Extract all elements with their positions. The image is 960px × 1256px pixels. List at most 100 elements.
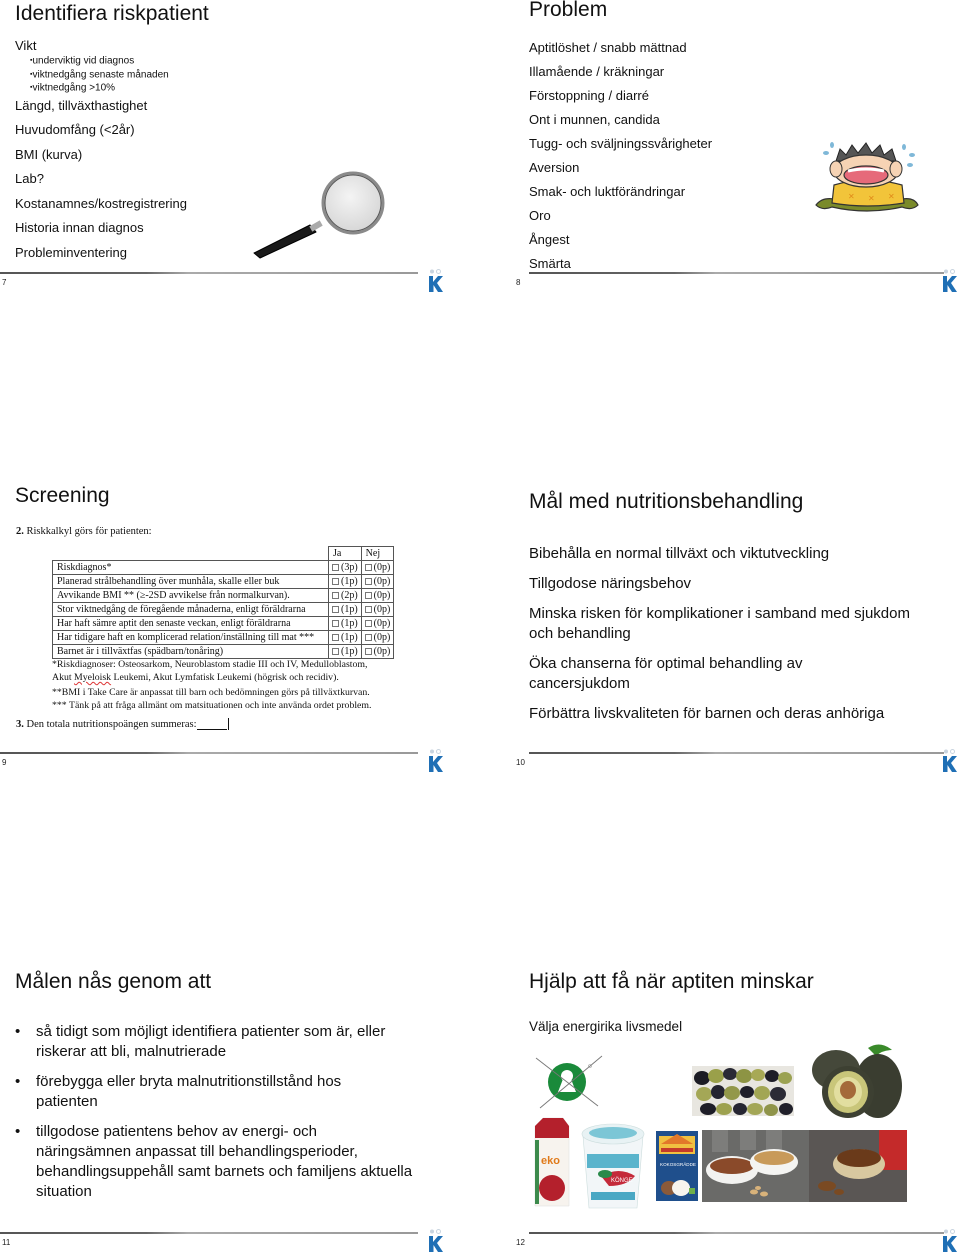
footnote: *** Tänk på att fråga allmänt om matsitu… <box>52 700 372 711</box>
page-number: 10 <box>516 758 525 767</box>
list-item: Ont i munnen, candida <box>529 112 660 127</box>
yes-cell[interactable]: (2p) <box>328 588 362 603</box>
checkbox[interactable] <box>332 578 339 585</box>
olives-image <box>692 1066 794 1116</box>
no-cell[interactable]: (0p) <box>360 644 395 659</box>
yes-cell[interactable]: (1p) <box>328 574 362 589</box>
list-item: Historia innan diagnos <box>15 220 144 235</box>
yes-cell[interactable]: (3p) <box>328 560 362 575</box>
slide-10: Mål med nutritionsbehandling Bibehålla e… <box>512 480 960 780</box>
list-item: Smärta <box>529 256 571 271</box>
slide-7: Identifiera riskpatient Vikt ▪undervikti… <box>0 0 460 300</box>
checkbox[interactable] <box>332 620 339 627</box>
slide-9: Screening 2. Riskkalkyl görs för patient… <box>0 480 460 780</box>
list-item: Ångest <box>529 232 570 247</box>
checkbox[interactable] <box>364 606 372 613</box>
no-cell[interactable]: (0p) <box>360 560 395 575</box>
k-logo-icon <box>429 269 443 292</box>
total-score-line: 3. Den totala nutritionspoängen summeras… <box>16 718 230 730</box>
no-cell[interactable]: (0p) <box>360 630 395 645</box>
slide-title: Hjälp att få när aptiten minskar <box>529 970 814 993</box>
checkbox[interactable] <box>332 634 339 641</box>
table-row: Planerad strålbehandling över munhåla, s… <box>52 574 395 589</box>
total-score-field[interactable] <box>196 720 227 730</box>
slide-12: Hjälp att få när aptiten minskar Välja e… <box>512 960 960 1256</box>
checkbox[interactable] <box>332 564 339 571</box>
bullet-icon: • <box>15 1023 21 1040</box>
yes-cell[interactable]: (1p) <box>328 630 362 645</box>
no-cell[interactable]: (0p) <box>360 616 395 631</box>
yes-cell[interactable]: (1p) <box>328 616 362 631</box>
slide-11: Målen nås genom att • så tidigt som möjli… <box>0 960 460 1256</box>
approach-list: • så tidigt som möjligt identifiera patie… <box>15 1022 415 1212</box>
footnotes: *Riskdiagnoser: Osteosarkom, Neuroblasto… <box>52 658 371 712</box>
column-header-yes: Ja <box>328 546 362 561</box>
k-logo-icon <box>429 749 443 772</box>
list-item: Huvudomfång (<2år) <box>15 122 135 137</box>
checkbox[interactable] <box>332 592 339 599</box>
row-label: Avvikande BMI ** (≥-2SD avvikelse från n… <box>52 588 329 603</box>
weight-sub-list: ▪underviktig vid diagnos ▪viktnedgång se… <box>15 54 187 95</box>
milk-carton-image: eko <box>534 1117 570 1207</box>
yes-cell[interactable]: (1p) <box>328 644 362 659</box>
coconut-cream-can-image: KOKOSGRÄDDE <box>656 1131 698 1201</box>
list-item: Förbättra livskvaliteten för barnen och … <box>529 705 885 722</box>
no-cell[interactable]: (0p) <box>360 574 395 589</box>
page-number: 7 <box>2 278 7 287</box>
crying-child-icon: ✕ ✕ ✕ <box>815 142 919 212</box>
slide-subtitle: Välja energirika livsmedel <box>529 1019 683 1034</box>
list-item: Tugg- och sväljningssvårigheter <box>529 136 713 151</box>
footnote: Akut Myeloisk Leukemi, Akut Lymfatisk Le… <box>52 672 339 683</box>
k-logo-icon <box>943 1229 957 1252</box>
list-item: BMI (kurva) <box>15 146 83 162</box>
slide-title: Målen nås genom att <box>15 970 212 993</box>
table-row: Har haft sämre aptit den senaste veckan,… <box>52 616 395 631</box>
checkbox[interactable] <box>364 648 372 655</box>
checkbox[interactable] <box>332 606 339 613</box>
coconut-label: KOKOSGRÄDDE <box>660 1161 696 1167</box>
row-label: Riskdiagnos* <box>52 560 329 575</box>
risk-indicator-list: Vikt ▪underviktig vid diagnos ▪viktnedgå… <box>15 38 187 268</box>
footer-divider <box>529 752 944 754</box>
checkbox[interactable] <box>332 648 339 655</box>
checkbox[interactable] <box>364 620 372 627</box>
slide-title: Screening <box>15 484 110 507</box>
slide-title: Mål med nutritionsbehandling <box>529 490 804 513</box>
svg-text:✕: ✕ <box>868 194 875 203</box>
checkbox[interactable] <box>364 634 372 641</box>
checkbox[interactable] <box>364 592 372 599</box>
list-item: Minska risken för komplikationer i samba… <box>529 605 910 642</box>
kvarg-tub-image: KÖNGE <box>581 1123 645 1209</box>
list-item: Längd, tillväxthastighet <box>15 97 148 113</box>
sub-list-item: ▪viktnedgång senaste månaden <box>30 68 169 80</box>
no-cell[interactable]: (0p) <box>360 602 395 617</box>
footer-divider <box>0 752 418 754</box>
sub-list-item: ▪viktnedgång >10% <box>30 82 116 94</box>
no-cell[interactable]: (0p) <box>360 588 395 603</box>
slide-title: Identifiera riskpatient <box>15 2 209 25</box>
table-row: Riskdiagnos* (3p) (0p) <box>52 560 395 575</box>
list-item: Illamående / kräkningar <box>529 64 665 79</box>
magnifying-glass-icon <box>253 171 385 259</box>
yes-cell[interactable]: (1p) <box>328 602 362 617</box>
row-label: Stor viktnedgång de föregående månaderna… <box>52 602 329 617</box>
bullet-icon: • <box>15 1073 21 1090</box>
kvarg-label: KÖNGE <box>611 1177 633 1184</box>
list-item: Probleminventering <box>15 244 128 260</box>
list-item: Tillgodose näringsbehov <box>529 575 692 592</box>
k-logo-icon <box>943 269 957 292</box>
row-label: Har tidigare haft en komplicerad relatio… <box>52 630 329 645</box>
svg-text:✕: ✕ <box>848 192 855 201</box>
footer-divider <box>0 1232 418 1234</box>
table-row: Har tidigare haft en komplicerad relatio… <box>52 630 395 645</box>
list-item: Förstoppning / diarré <box>529 88 649 103</box>
checkbox[interactable] <box>364 578 372 585</box>
checkbox[interactable] <box>364 564 372 571</box>
list-item: Aversion <box>529 160 580 175</box>
k-logo-icon <box>429 1229 443 1252</box>
k-logo-icon <box>943 749 957 772</box>
list-item: Vikt <box>15 38 37 53</box>
list-item: • tillgodose patientens behov av energi- … <box>15 1123 413 1200</box>
sub-list-item: ▪underviktig vid diagnos <box>30 55 135 67</box>
footnote: *Riskdiagnoser: Osteosarkom, Neuroblasto… <box>52 659 368 670</box>
